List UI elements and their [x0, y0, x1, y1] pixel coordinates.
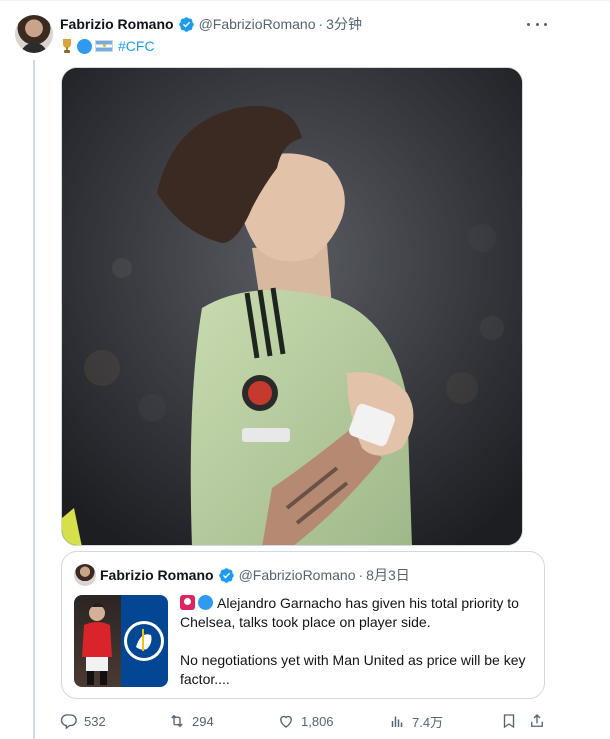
tweet-timestamp[interactable]: 3分钟: [326, 14, 362, 34]
top-divider: [0, 0, 610, 1]
author-name[interactable]: Fabrizio Romano: [60, 16, 174, 32]
quoted-author-avatar[interactable]: [74, 564, 96, 586]
share-button[interactable]: [528, 710, 546, 732]
separator-dot: ·: [358, 567, 364, 583]
tweet-header: Fabrizio Romano @FabrizioRomano · 3分钟: [60, 14, 550, 34]
views-icon: [391, 716, 403, 727]
reply-count: 532: [84, 713, 106, 729]
verified-badge-icon: [218, 567, 235, 584]
blue-circle-emoji-icon: [198, 595, 213, 610]
more-icon[interactable]: [527, 16, 547, 32]
quoted-tweet-thumbnail: [74, 595, 168, 687]
like-button[interactable]: 1,806: [277, 710, 334, 732]
reply-icon: [60, 714, 77, 730]
player-thumbnail: [74, 595, 121, 687]
blue-circle-emoji-icon: [77, 38, 92, 54]
player-photo-illustration: [62, 68, 522, 545]
author-avatar[interactable]: [15, 15, 53, 53]
thread-connector-line: [33, 60, 35, 739]
hashtag-link[interactable]: #CFC: [118, 38, 155, 54]
share-icon: [531, 714, 543, 727]
quoted-text-line1: Alejandro Garnacho has given his total p…: [180, 595, 519, 630]
like-count: 1,806: [301, 713, 334, 729]
quoted-author-handle: @FabrizioRomano: [238, 567, 356, 583]
quoted-tweet-card[interactable]: Fabrizio Romano @FabrizioRomano · 8月3日 A…: [61, 551, 545, 699]
argentina-flag-emoji-icon: [95, 40, 113, 52]
quoted-tweet-date: 8月3日: [366, 567, 410, 583]
separator-dot: ·: [318, 16, 324, 32]
red-alarm-emoji-icon: [180, 595, 195, 610]
quoted-tweet-header: Fabrizio Romano @FabrizioRomano · 8月3日: [100, 565, 410, 585]
tweet-text: #CFC: [60, 37, 155, 55]
quoted-tweet-text: Alejandro Garnacho has given his total p…: [180, 594, 530, 689]
views-button[interactable]: 7.4万: [388, 710, 443, 732]
repost-button[interactable]: 294: [168, 710, 214, 732]
quoted-emoji-group: [180, 595, 213, 610]
verified-badge-icon[interactable]: [178, 16, 195, 33]
bookmark-button[interactable]: [500, 710, 518, 732]
reply-button[interactable]: 532: [60, 710, 106, 732]
trophy-emoji-icon: [60, 38, 74, 54]
quoted-author-name[interactable]: Fabrizio Romano: [100, 567, 214, 583]
repost-count: 294: [192, 713, 214, 729]
author-handle[interactable]: @FabrizioRomano: [199, 16, 316, 32]
quoted-text-line2: No negotiations yet with Man United as p…: [180, 652, 526, 687]
tweet-actions-bar: 532 294 1,806 7.4万: [60, 710, 550, 732]
like-icon: [280, 715, 292, 728]
bookmark-icon: [503, 714, 515, 729]
views-count: 7.4万: [412, 714, 444, 730]
tweet-photo[interactable]: [61, 67, 523, 546]
repost-icon: [171, 714, 183, 728]
chelsea-crest-icon: [121, 595, 168, 687]
